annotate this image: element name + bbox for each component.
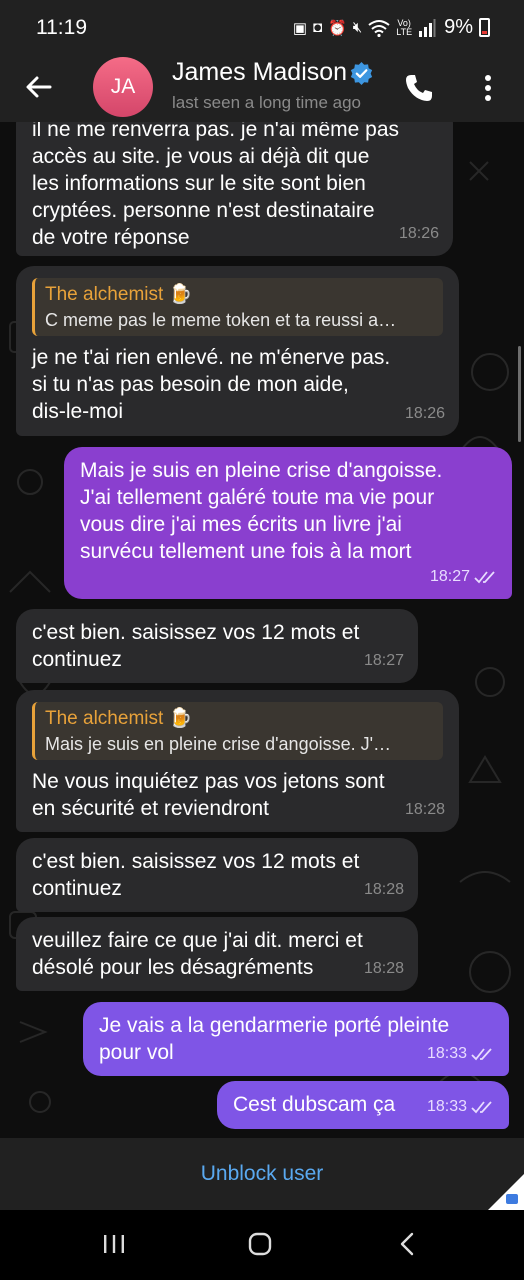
message-meta: 18:33 [427, 1093, 495, 1120]
status-time: 11:19 [36, 16, 87, 39]
unblock-bar: Unblock user [0, 1138, 524, 1210]
more-options-icon[interactable] [478, 72, 498, 104]
message-time: 18:26 [404, 405, 445, 422]
message-outgoing[interactable]: Cest dubscam ça 18:33 [217, 1081, 509, 1129]
chat-scrollbar[interactable] [518, 346, 521, 442]
message-time: 18:28 [404, 801, 445, 818]
reply-author: The alchemist 🍺 [45, 708, 193, 729]
wifi-icon [368, 19, 390, 37]
message-time: 18:27 [363, 652, 404, 669]
double-check-icon [474, 570, 495, 583]
volte-icon: Vo) LTE [396, 17, 413, 37]
back-arrow-icon[interactable] [24, 72, 54, 102]
message-meta: 18:26 [405, 400, 445, 427]
reply-text: Mais je suis en pleine crise d'angoisse.… [45, 734, 392, 754]
last-seen-status: last seen a long time ago [172, 93, 362, 112]
photo-icon: ▣ [292, 19, 308, 37]
avatar[interactable]: JA [93, 57, 153, 117]
message-meta: 18:28 [364, 955, 404, 982]
message-outgoing[interactable]: Mais je suis en pleine crise d'angoisse.… [64, 447, 512, 599]
status-bar: 11:19 ▣ ◘ ⏰ 🔇︎ Vo) LTE 9% [0, 0, 524, 52]
unblock-user-button[interactable]: Unblock user [0, 1162, 524, 1186]
message-time: 18:28 [363, 881, 404, 898]
message-time: 18:26 [398, 225, 439, 242]
double-check-icon [471, 1100, 492, 1113]
mute-icon: 🔇︎ [352, 19, 363, 36]
message-incoming[interactable]: The alchemist 🍺 C meme pas le meme token… [16, 266, 459, 436]
corner-badge-icon[interactable] [488, 1174, 524, 1210]
chat-header: JA James Madison last seen a long time a… [0, 52, 524, 122]
message-meta: 18:27 [430, 563, 498, 590]
message-text: Ne vous inquiétez pas vos jetons sont en… [32, 770, 385, 820]
reply-text: C meme pas le meme token et ta reussi a… [45, 310, 397, 330]
message-text: c'est bien. saisissez vos 12 mots et con… [32, 850, 360, 900]
verified-icon [350, 62, 373, 85]
message-time: 18:33 [426, 1098, 467, 1115]
message-meta: 18:27 [364, 647, 404, 674]
home-icon[interactable] [248, 1232, 272, 1256]
phone-call-icon[interactable] [403, 72, 435, 104]
message-meta: 18:33 [427, 1040, 495, 1067]
message-incoming[interactable]: The alchemist 🍺 Mais je suis en pleine c… [16, 690, 459, 832]
message-incoming[interactable]: il ne me renverra pas. je n'ai même pas … [16, 122, 453, 256]
nav-back-icon[interactable] [396, 1232, 420, 1256]
message-text: veuillez faire ce que j'ai dit. merci et… [32, 929, 363, 979]
reply-author: The alchemist 🍺 [45, 284, 193, 305]
message-text: c'est bien. saisissez vos 12 mots et con… [32, 621, 360, 671]
message-meta: 18:26 [399, 220, 439, 247]
chat-area[interactable]: il ne me renverra pas. je n'ai même pas … [0, 122, 524, 1138]
message-time: 18:27 [429, 568, 470, 585]
signal-icon [419, 18, 436, 37]
double-check-icon [471, 1047, 492, 1060]
battery-icon [479, 18, 490, 37]
reply-quote[interactable]: The alchemist 🍺 Mais je suis en pleine c… [32, 702, 443, 760]
message-text: je ne t'ai rien enlevé. ne m'énerve pas.… [32, 346, 391, 423]
alarm-icon: ⏰ [328, 19, 347, 37]
message-meta: 18:28 [405, 796, 445, 823]
recent-apps-icon[interactable] [102, 1232, 126, 1256]
battery-percent: 9% [444, 16, 473, 38]
reply-quote[interactable]: The alchemist 🍺 C meme pas le meme token… [32, 278, 443, 336]
system-nav-bar [0, 1210, 524, 1280]
contact-name[interactable]: James Madison [172, 58, 347, 87]
message-time: 18:33 [426, 1045, 467, 1062]
message-outgoing[interactable]: Je vais a la gendarmerie porté pleinte p… [83, 1002, 509, 1076]
message-meta: 18:28 [364, 876, 404, 903]
nfc-icon: ◘ [313, 19, 323, 36]
message-incoming[interactable]: veuillez faire ce que j'ai dit. merci et… [16, 917, 418, 991]
message-text: Mais je suis en pleine crise d'angoisse.… [80, 459, 443, 563]
status-icons: ▣ ◘ ⏰ 🔇︎ Vo) LTE 9% [293, 16, 490, 39]
message-text: il ne me renverra pas. je n'ai même pas … [32, 122, 400, 249]
message-incoming[interactable]: c'est bien. saisissez vos 12 mots et con… [16, 838, 418, 912]
message-incoming[interactable]: c'est bien. saisissez vos 12 mots et con… [16, 609, 418, 683]
message-time: 18:28 [363, 960, 404, 977]
